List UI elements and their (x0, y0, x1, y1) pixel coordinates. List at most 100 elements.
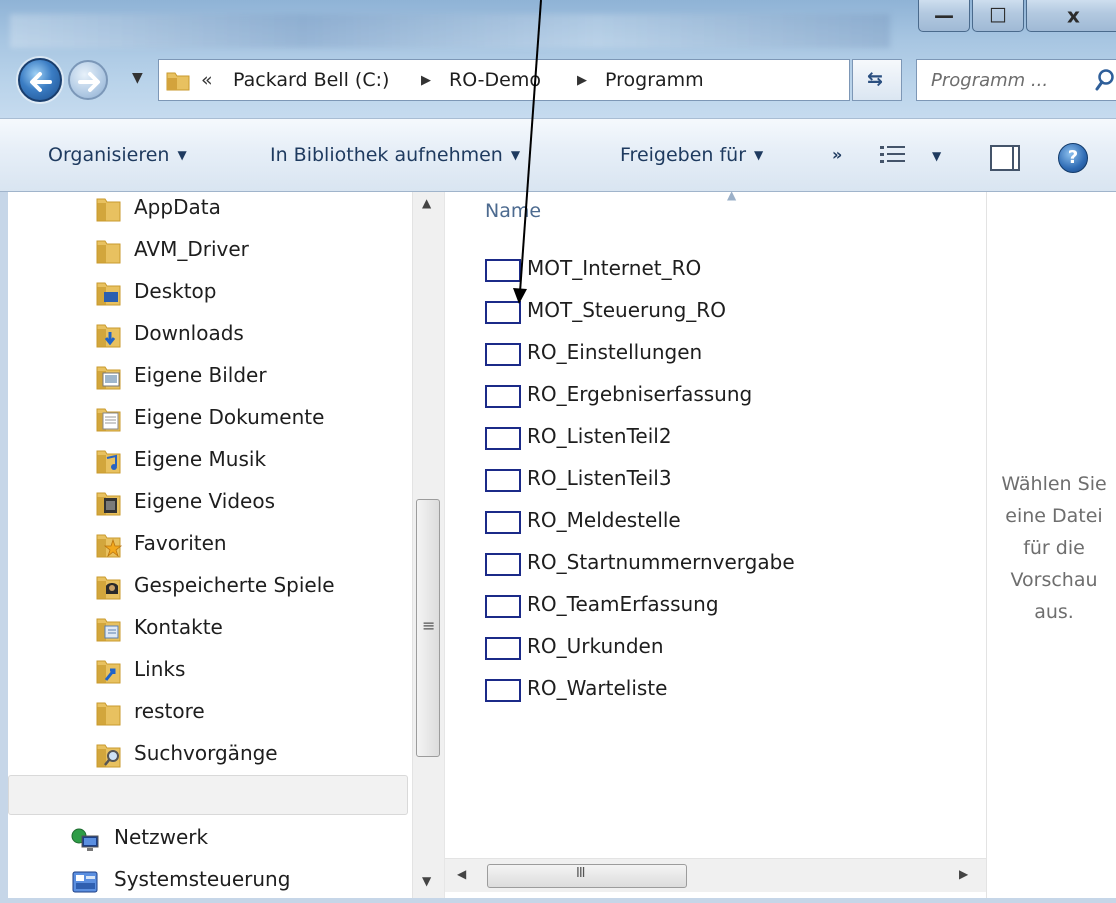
links-folder-icon (94, 658, 124, 690)
recent-pages-dropdown[interactable]: ▼ (132, 70, 143, 86)
chevron-down-icon: ▼ (754, 148, 764, 162)
favorites-folder-icon (94, 532, 124, 564)
close-button[interactable]: x (1026, 0, 1116, 32)
preview-message-line: Vorschau (1010, 569, 1098, 591)
forward-button[interactable] (68, 60, 108, 100)
help-icon[interactable]: ? (1058, 143, 1088, 173)
scroll-up-icon[interactable]: ▲ (422, 196, 431, 210)
organize-menu-button[interactable]: Organisieren ▼ (48, 144, 187, 166)
blurred-background (10, 14, 890, 48)
back-arrow-icon (30, 72, 52, 92)
address-bar[interactable]: « Packard Bell (C:) ▶ RO-Demo ▶ Programm… (158, 59, 989, 101)
view-options-dropdown-icon[interactable]: ▼ (932, 149, 941, 163)
column-header-name[interactable]: Name (485, 200, 541, 222)
file-item[interactable]: RO_Urkunden (485, 628, 905, 666)
file-item[interactable]: RO_Startnummernvergabe (485, 544, 905, 582)
pictures-folder-icon (94, 364, 124, 396)
more-commands-button[interactable]: » (832, 145, 842, 164)
nav-item-downloads[interactable]: Downloads (8, 316, 408, 356)
control-panel-icon (70, 868, 100, 900)
breadcrumb-programm[interactable]: Programm (605, 69, 704, 91)
scrollbar-thumb[interactable]: III (487, 864, 687, 888)
file-item[interactable]: MOT_Steuerung_RO (485, 292, 905, 330)
scroll-down-icon[interactable]: ▼ (422, 874, 431, 888)
search-icon[interactable] (1095, 68, 1116, 92)
nav-item-suchvorgänge[interactable]: Suchvorgänge (8, 736, 408, 776)
scroll-right-icon[interactable]: ▶ (959, 867, 968, 881)
search-input[interactable] (917, 60, 1087, 100)
breadcrumb-ro-demo[interactable]: RO-Demo (449, 69, 541, 91)
maximize-icon: ☐ (989, 3, 1007, 28)
nav-item-label: Eigene Musik (134, 447, 267, 471)
nav-item-links[interactable]: Links (8, 652, 408, 692)
file-item[interactable]: MOT_Internet_RO (485, 250, 905, 288)
nav-item-eigene-videos[interactable]: Eigene Videos (8, 484, 408, 524)
nav-item-label: Downloads (134, 321, 244, 345)
file-item[interactable]: RO_Warteliste (485, 670, 905, 708)
file-item[interactable]: RO_Meldestelle (485, 502, 905, 540)
file-item[interactable]: RO_ListenTeil2 (485, 418, 905, 456)
breadcrumb-drive[interactable]: Packard Bell (C:) (233, 69, 389, 91)
add-to-library-label: In Bibliothek aufnehmen (270, 144, 503, 166)
share-with-menu-button[interactable]: Freigeben für ▼ (620, 144, 763, 166)
nav-item-eigene-musik[interactable]: Eigene Musik (8, 442, 408, 482)
scroll-left-icon[interactable]: ◀ (457, 867, 466, 881)
file-name: RO_Startnummernvergabe (527, 550, 795, 574)
nav-item-label: restore (134, 699, 205, 723)
saved-games-folder-icon (94, 574, 124, 606)
nav-item-avm-driver[interactable]: AVM_Driver (8, 232, 408, 272)
nav-item-label: Suchvorgänge (134, 741, 278, 765)
desktop-folder-icon (94, 280, 124, 312)
form-file-icon (485, 427, 521, 450)
nav-item-label: Eigene Dokumente (134, 405, 325, 429)
nav-item-favoriten[interactable]: Favoriten (8, 526, 408, 566)
search-box[interactable] (916, 59, 1116, 101)
minimize-button[interactable]: — (918, 0, 970, 32)
share-with-label: Freigeben für (620, 144, 747, 166)
preview-pane-toggle-icon[interactable] (990, 145, 1020, 171)
change-view-icon[interactable] (878, 143, 908, 169)
file-item[interactable]: RO_Einstellungen (485, 334, 905, 372)
window-frame-left (0, 192, 8, 903)
window-frame-bottom (0, 898, 1116, 903)
preview-message-line: aus. (1034, 601, 1074, 623)
file-name: RO_TeamErfassung (527, 592, 719, 616)
scrollbar-thumb[interactable]: ≡ (416, 499, 440, 757)
nav-item-kontakte[interactable]: Kontakte (8, 610, 408, 650)
nav-item-label: Eigene Bilder (134, 363, 267, 387)
refresh-icon: ⇆ (867, 68, 883, 90)
breadcrumb-overflow[interactable]: « (201, 69, 213, 91)
nav-item-eigene-dokumente[interactable]: Eigene Dokumente (8, 400, 408, 440)
nav-item-desktop[interactable]: Desktop (8, 274, 408, 314)
preview-message-line: Wählen Sie (1001, 473, 1107, 495)
nav-item-gespeicherte-spiele[interactable]: Gespeicherte Spiele (8, 568, 408, 608)
file-name: RO_Einstellungen (527, 340, 703, 364)
nav-item-label: AppData (134, 195, 221, 219)
folder-icon (166, 72, 190, 91)
nav-item-network[interactable]: Netzwerk (8, 820, 408, 860)
nav-item-label: Eigene Videos (134, 489, 275, 513)
nav-item-restore[interactable]: restore (8, 694, 408, 734)
file-list-pane: ▲ Name MOT_Internet_RO MOT_Steuerung_RO RO… (444, 188, 987, 903)
grip-icon: ≡ (422, 616, 436, 635)
maximize-button[interactable]: ☐ (972, 0, 1024, 32)
horizontal-scrollbar[interactable]: ◀ III ▶ (445, 858, 987, 892)
file-item[interactable]: RO_TeamErfassung (485, 586, 905, 624)
nav-item-control-panel[interactable]: Systemsteuerung (8, 862, 408, 902)
folder-icon (94, 238, 124, 270)
file-item[interactable]: RO_Ergebniserfassung (485, 376, 905, 414)
command-bar: Organisieren ▼ In Bibliothek aufnehmen ▼ F… (0, 118, 1116, 192)
back-button[interactable] (18, 58, 62, 102)
refresh-button[interactable]: ⇆ (852, 59, 902, 101)
videos-folder-icon (94, 490, 124, 522)
nav-item-eigene-bilder[interactable]: Eigene Bilder (8, 358, 408, 398)
nav-item-appdata[interactable]: AppData (8, 190, 408, 230)
window-title-bar: — ☐ x ▼ « Packard Bell (C:) ▶ RO-Demo ▶ … (0, 0, 1116, 118)
file-item[interactable]: RO_ListenTeil3 (485, 460, 905, 498)
form-file-icon (485, 553, 521, 576)
navigation-scrollbar[interactable]: ▲ ≡ ▼ (412, 192, 444, 903)
breadcrumb-separator-icon[interactable]: ▶ (421, 73, 431, 88)
add-to-library-menu-button[interactable]: In Bibliothek aufnehmen ▼ (270, 144, 520, 166)
nav-item-label: Favoriten (134, 531, 227, 555)
breadcrumb-separator-icon[interactable]: ▶ (577, 73, 587, 88)
